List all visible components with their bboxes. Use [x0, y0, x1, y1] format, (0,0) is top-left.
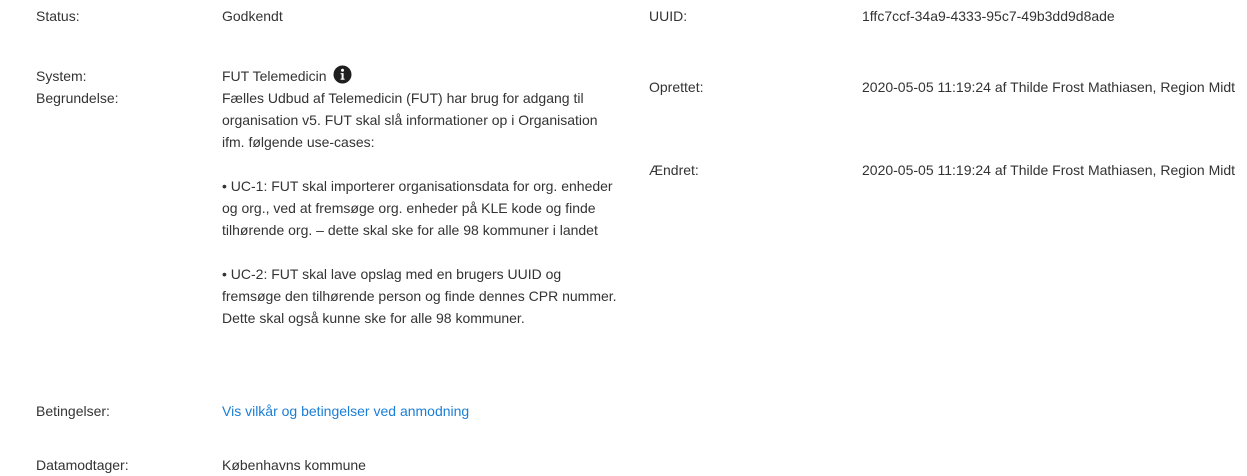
status-label: Status:	[36, 8, 80, 24]
aendret-label: Ændret:	[649, 162, 699, 178]
uuid-label: UUID:	[649, 8, 688, 24]
system-value-row: FUT Telemedicin	[222, 65, 352, 87]
terms-link[interactable]: Vis vilkår og betingelser ved anmodning	[222, 400, 469, 422]
uuid-value: 1ffc7ccf-34a9-4333-95c7-49b3dd9d8ade	[862, 8, 1115, 24]
datamodtager-label: Datamodtager:	[36, 457, 129, 473]
betingelser-label: Betingelser:	[36, 403, 110, 419]
begrundelse-label: Begrundelse:	[36, 90, 119, 106]
oprettet-label: Oprettet:	[649, 79, 704, 95]
system-label: System:	[36, 68, 87, 84]
info-circle-icon[interactable]	[333, 65, 352, 84]
begrundelse-paragraph-intro: Fælles Udbud af Telemedicin (FUT) har br…	[222, 90, 598, 150]
datamodtager-value: Københavns kommune	[222, 457, 366, 473]
status-value: Godkendt	[222, 8, 283, 24]
begrundelse-paragraph-uc2: • UC-2: FUT skal lave opslag med en brug…	[222, 266, 617, 326]
begrundelse-paragraph-uc1: • UC-1: FUT skal importerer organisation…	[222, 178, 613, 238]
begrundelse-text: Fælles Udbud af Telemedicin (FUT) har br…	[222, 87, 622, 329]
oprettet-value: 2020-05-05 11:19:24 af Thilde Frost Math…	[862, 79, 1236, 95]
system-value: FUT Telemedicin	[222, 68, 327, 84]
aendret-value: 2020-05-05 11:19:24 af Thilde Frost Math…	[862, 162, 1236, 178]
